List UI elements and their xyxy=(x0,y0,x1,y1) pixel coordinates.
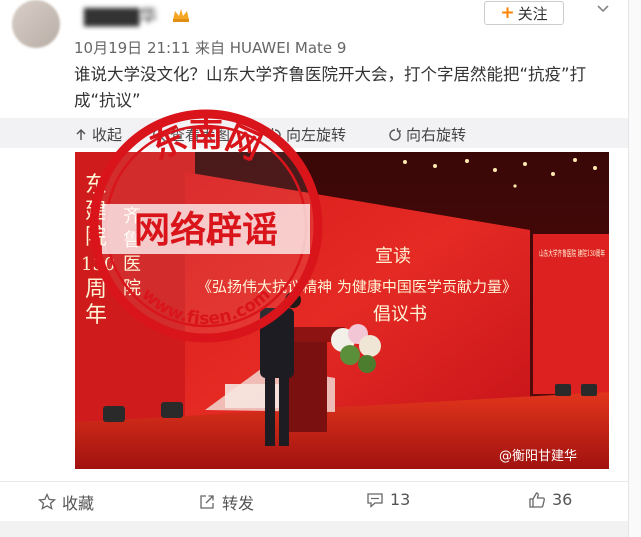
banner-bottom-text: 倡议书 xyxy=(373,304,427,325)
star-icon xyxy=(38,493,56,510)
backdrop-char: 医 xyxy=(123,254,141,275)
weibo-post-card: ▇▇▇▇华 + 关注 10月19日 21:11 来自 HUAWEI Mate 9… xyxy=(0,0,629,537)
post-text: 谁说大学没文化？山东大学齐鲁医院开大会，打个字居然能把“抗疫”打成“抗议” xyxy=(74,65,587,110)
backdrop-char: 130 xyxy=(81,254,115,275)
backdrop-char: 周 xyxy=(85,277,107,302)
bottom-strip xyxy=(0,521,628,537)
like-count: 36 xyxy=(552,490,573,509)
follow-label: 关注 xyxy=(517,4,548,23)
comment-button[interactable]: 13 xyxy=(366,490,410,509)
banner-top-text: 宣读 xyxy=(375,246,411,267)
chevron-down-icon[interactable] xyxy=(596,2,610,16)
vip-crown-icon xyxy=(173,9,189,22)
repost-label: 转发 xyxy=(222,494,255,513)
repost-icon xyxy=(200,495,214,509)
rotate-left-label: 向左旋转 xyxy=(286,126,347,144)
banner-main-text: 《弘扬伟大抗议精神 为健康中国医学贡献力量》 xyxy=(197,279,517,296)
repost-button[interactable]: 转发 xyxy=(198,490,254,514)
side-panel-text: 山东大学齐鲁医院 建院130周年 xyxy=(539,248,605,258)
rotate-left-icon xyxy=(269,127,281,141)
conference-scene: 东 建 院 130 周 年 齐 鲁 医 院 宣读 《弘扬伟大抗议精神 为健康中国… xyxy=(75,152,609,469)
favorite-label: 收藏 xyxy=(62,494,95,513)
magnify-icon xyxy=(152,128,166,142)
collapse-button[interactable]: 收起 xyxy=(74,124,122,145)
thumbs-up-icon xyxy=(529,491,545,508)
backdrop-char: 年 xyxy=(85,303,107,328)
username[interactable]: ▇▇▇▇华 xyxy=(84,2,157,28)
photo-watermark: @衡阳甘建华 xyxy=(499,449,577,464)
avatar[interactable] xyxy=(12,0,60,48)
backdrop-char: 建 xyxy=(85,199,107,224)
backdrop-char: 鲁 xyxy=(123,230,141,251)
rotate-right-button[interactable]: 向右旋转 xyxy=(388,124,466,145)
favorite-button[interactable]: 收藏 xyxy=(38,490,94,514)
backdrop-char: 齐 xyxy=(123,206,141,227)
plus-icon: + xyxy=(500,3,515,23)
rotate-right-label: 向右旋转 xyxy=(406,126,467,144)
comment-count: 13 xyxy=(390,490,411,509)
like-button[interactable]: 36 xyxy=(528,490,572,509)
post-photo[interactable]: 东 建 院 130 周 年 齐 鲁 医 院 宣读 《弘扬伟大抗议精神 为健康中国… xyxy=(75,152,609,469)
collapse-label: 收起 xyxy=(92,126,123,144)
backdrop-char: 东 xyxy=(85,173,107,198)
rotate-left-button[interactable]: 向左旋转 xyxy=(268,124,346,145)
rotate-right-icon xyxy=(389,127,401,141)
comment-icon xyxy=(367,492,383,508)
post-meta: 10月19日 21:11 来自 HUAWEI Mate 9 xyxy=(74,39,347,57)
collapse-icon xyxy=(76,128,86,140)
backdrop-char: 院 xyxy=(85,225,107,250)
view-large-button[interactable]: 查看大图 xyxy=(152,124,230,145)
follow-button[interactable]: + 关注 xyxy=(484,1,564,25)
view-large-label: 查看大图 xyxy=(170,126,231,144)
backdrop-char: 院 xyxy=(123,278,141,299)
action-bar: 收藏 转发 13 36 xyxy=(0,482,628,518)
image-toolbar: 收起 查看大图 向左旋转 向右旋转 xyxy=(0,118,628,148)
